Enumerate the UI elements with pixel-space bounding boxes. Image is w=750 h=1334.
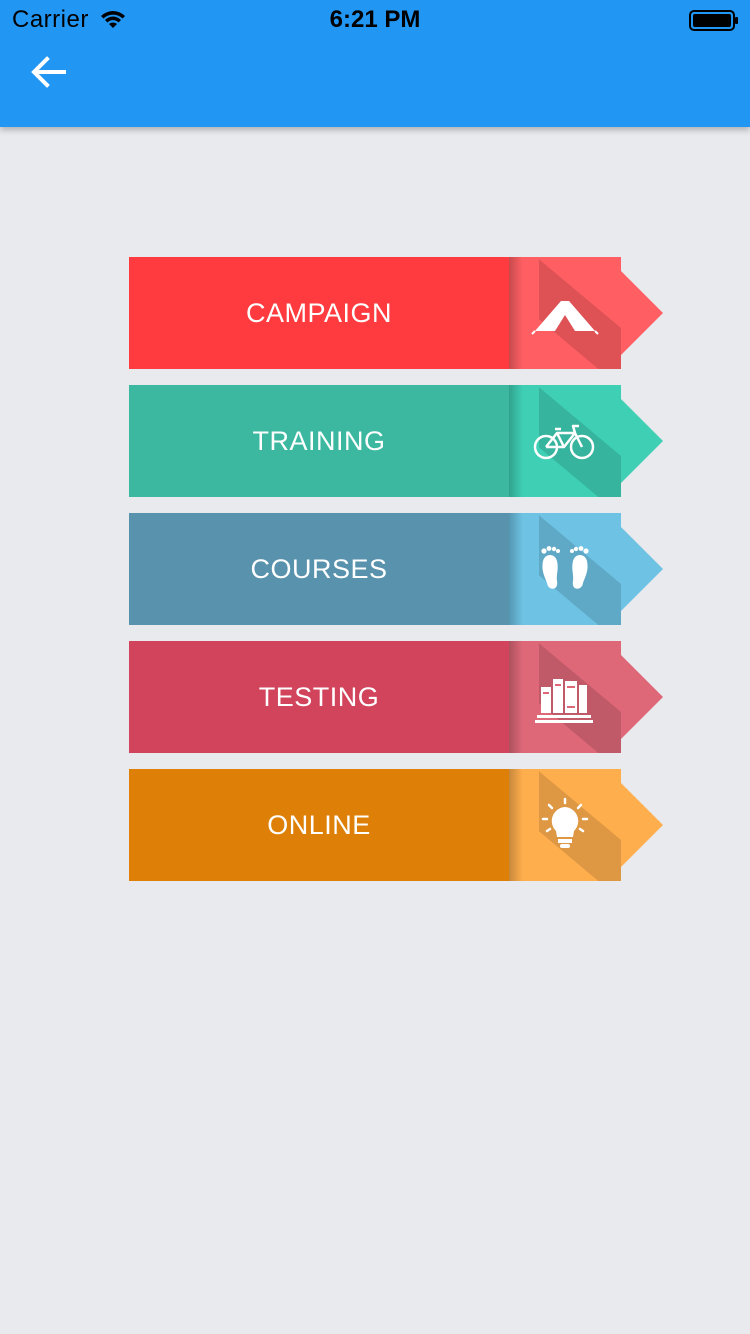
menu-item-arrow (621, 783, 663, 867)
status-time: 6:21 PM (329, 6, 421, 33)
menu-item-label: ONLINE (267, 809, 371, 840)
menu-item-label: TESTING (258, 681, 380, 712)
menu-item-tab (509, 769, 621, 881)
arrow-left-icon (31, 56, 66, 88)
menu-item-testing[interactable]: TESTING (129, 641, 663, 753)
lightbulb-icon (541, 797, 589, 848)
category-menu: CAMPAIGN TRAINING COURSES TESTING ONLINE (129, 257, 669, 897)
status-bar: Carrier 6:21 PM (0, 0, 750, 40)
menu-item-tab (509, 641, 621, 753)
app-bar: Carrier 6:21 PM (0, 0, 750, 127)
menu-item-campaign[interactable]: CAMPAIGN (129, 257, 663, 369)
menu-item-main: TESTING (129, 641, 509, 753)
menu-item-tab (509, 385, 621, 497)
menu-item-arrow (621, 271, 663, 355)
tent-icon (531, 301, 599, 335)
menu-item-main: CAMPAIGN (129, 257, 509, 369)
menu-item-tab (509, 513, 621, 625)
menu-item-main: COURSES (129, 513, 509, 625)
menu-item-arrow (621, 527, 663, 611)
bicycle-icon (533, 424, 595, 460)
menu-item-label: COURSES (250, 553, 388, 584)
menu-item-label: TRAINING (252, 425, 386, 456)
menu-item-online[interactable]: ONLINE (129, 769, 663, 881)
menu-item-tab (509, 257, 621, 369)
menu-item-arrow (621, 399, 663, 483)
menu-item-training[interactable]: TRAINING (129, 385, 663, 497)
books-icon (535, 679, 593, 723)
battery-icon (689, 10, 738, 31)
menu-item-main: TRAINING (129, 385, 509, 497)
menu-item-label: CAMPAIGN (245, 297, 392, 328)
menu-item-main: ONLINE (129, 769, 509, 881)
back-button[interactable] (24, 48, 72, 96)
menu-item-arrow (621, 655, 663, 739)
menu-item-courses[interactable]: COURSES (129, 513, 663, 625)
footprints-icon (541, 546, 589, 589)
